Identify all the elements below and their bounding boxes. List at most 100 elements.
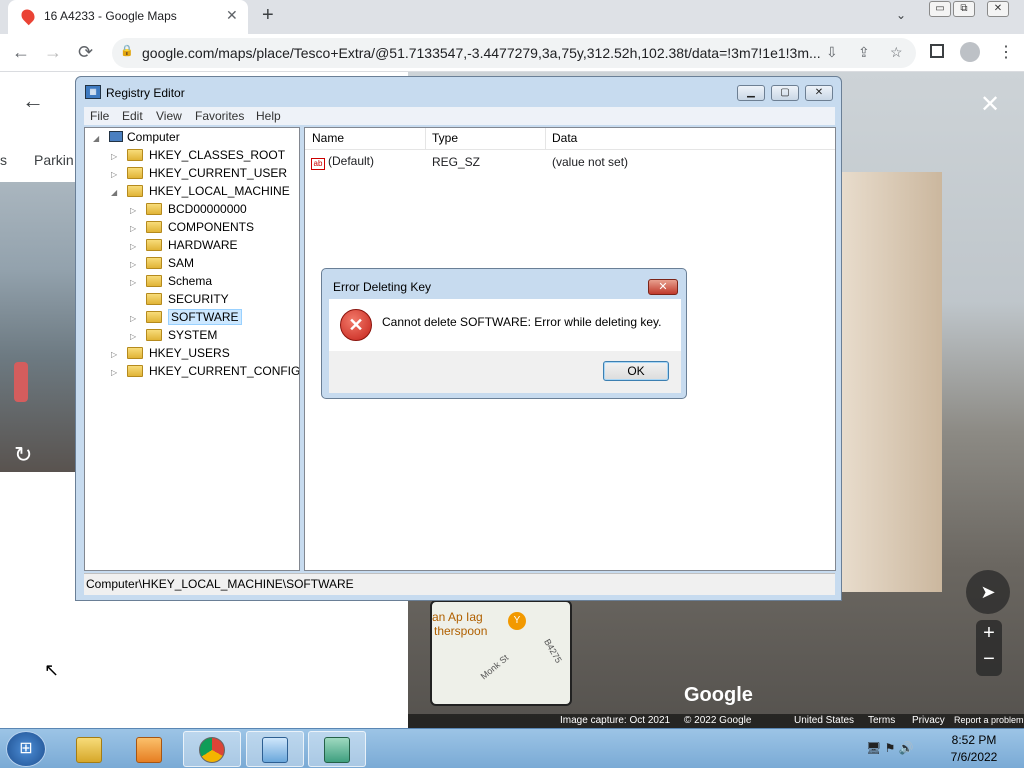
column-divider[interactable] <box>545 128 546 150</box>
street-view-close-icon[interactable]: ✕ <box>980 90 1000 119</box>
lock-icon[interactable]: 🔒 <box>120 44 134 57</box>
zoom-in-button[interactable]: + <box>976 622 1002 645</box>
side-panel-icon[interactable] <box>930 44 944 58</box>
tree-item-sam[interactable]: ▷ SAM <box>130 256 194 274</box>
tab-search-icon[interactable]: ⌄ <box>896 8 906 22</box>
bookmark-star-icon[interactable]: ☆ <box>890 44 903 61</box>
value-row[interactable]: ab (Default) REG_SZ (value not set) <box>305 154 835 172</box>
url-text[interactable]: google.com/maps/place/Tesco+Extra/@51.71… <box>142 45 821 61</box>
maps-back-icon[interactable]: ← <box>22 88 44 114</box>
tab-close-icon[interactable]: ✕ <box>226 7 238 24</box>
error-icon: ✕ <box>340 309 372 341</box>
tree-item-components[interactable]: ▷ COMPONENTS <box>130 220 254 238</box>
tree-item-bcd[interactable]: ▷ BCD00000000 <box>130 202 247 220</box>
column-name[interactable]: Name <box>312 131 344 145</box>
control-panel-icon <box>262 737 288 763</box>
forward-button[interactable]: → <box>44 42 62 63</box>
column-data[interactable]: Data <box>552 131 577 145</box>
taskbar-control-panel[interactable] <box>246 731 304 767</box>
expand-arrow-icon[interactable]: ▷ <box>130 278 140 287</box>
tree-label: SECURITY <box>168 292 229 306</box>
tree-item-software[interactable]: ▷ SOFTWARE <box>130 309 242 328</box>
menu-help[interactable]: Help <box>256 109 281 123</box>
taskbar-explorer[interactable] <box>60 731 118 767</box>
expand-arrow-icon[interactable]: ▷ <box>130 206 140 215</box>
tree-item-hardware[interactable]: ▷ HARDWARE <box>130 238 238 256</box>
folder-icon <box>146 329 162 341</box>
tree-item-system[interactable]: ▷ SYSTEM <box>130 328 217 346</box>
collapse-arrow-icon[interactable]: ◢ <box>93 134 103 143</box>
tree-item-hkcc[interactable]: ▷ HKEY_CURRENT_CONFIG <box>111 364 299 382</box>
regedit-close-button[interactable]: ✕ <box>805 85 833 101</box>
tree-item-hku[interactable]: ▷ HKEY_USERS <box>111 346 230 364</box>
tree-item-computer[interactable]: ◢ Computer <box>93 130 180 148</box>
tree-item-hkcu[interactable]: ▷ HKEY_CURRENT_USER <box>111 166 287 184</box>
reload-button[interactable]: ⟳ <box>78 42 93 63</box>
status-path: Computer\HKEY_LOCAL_MACHINE\SOFTWARE <box>86 577 354 591</box>
clock-date[interactable]: 7/6/2022 <box>938 750 1010 764</box>
close-window-button[interactable]: ✕ <box>987 1 1009 17</box>
more-menu-icon[interactable]: ⋮ <box>998 42 1014 62</box>
share-icon[interactable]: ⇪ <box>858 44 870 61</box>
maps-favicon-icon <box>18 6 38 26</box>
maps-tab-parking[interactable]: Parkin <box>34 152 74 168</box>
menu-view[interactable]: View <box>156 109 182 123</box>
back-button[interactable]: ← <box>12 42 30 63</box>
expand-arrow-icon[interactable]: ▷ <box>111 170 121 179</box>
minimize-button[interactable]: ▭ <box>929 1 951 17</box>
expand-arrow-icon[interactable]: ▷ <box>111 350 121 359</box>
taskbar-regedit[interactable] <box>308 731 366 767</box>
expand-arrow-icon[interactable]: ▷ <box>130 260 140 269</box>
expand-arrow-icon[interactable]: ▷ <box>130 242 140 251</box>
zoom-out-button[interactable]: − <box>976 648 1002 671</box>
tree-item-hklm[interactable]: ◢ HKEY_LOCAL_MACHINE <box>111 184 290 202</box>
report-problem-link[interactable]: Report a problem <box>954 715 1024 725</box>
compass-icon[interactable]: ➤ <box>966 570 1010 614</box>
new-tab-button[interactable]: + <box>262 4 274 27</box>
tree-label: HKEY_USERS <box>149 346 230 360</box>
expand-arrow-icon[interactable]: ▷ <box>130 224 140 233</box>
tree-item-hkcr[interactable]: ▷ HKEY_CLASSES_ROOT <box>111 148 285 166</box>
privacy-link[interactable]: Privacy <box>912 715 945 726</box>
place-photo[interactable]: ↻ <box>0 182 76 472</box>
install-icon[interactable]: ⇩ <box>826 44 838 61</box>
taskbar-media-player[interactable] <box>120 731 178 767</box>
maps-tab-prefix[interactable]: s <box>0 152 7 168</box>
expand-arrow-icon[interactable]: ▷ <box>130 314 140 323</box>
terms-link[interactable]: Terms <box>868 715 895 726</box>
mini-map[interactable]: an Ap Iag therspoon Y Monk St B4275 <box>430 600 572 706</box>
menu-edit[interactable]: Edit <box>122 109 143 123</box>
regedit-maximize-button[interactable]: ▢ <box>771 85 799 101</box>
start-button[interactable]: ⊞ <box>6 731 46 767</box>
zoom-controls: + − <box>976 620 1002 676</box>
ok-button[interactable]: OK <box>603 361 669 381</box>
collapse-arrow-icon[interactable]: ◢ <box>111 188 121 197</box>
profile-avatar-icon[interactable] <box>960 42 980 62</box>
column-type[interactable]: Type <box>432 131 458 145</box>
menu-favorites[interactable]: Favorites <box>195 109 244 123</box>
dialog-close-button[interactable]: ✕ <box>648 279 678 295</box>
mouse-cursor-icon: ↖ <box>44 660 60 680</box>
clock-time[interactable]: 8:52 PM <box>938 733 1010 747</box>
tree-item-security[interactable]: SECURITY <box>130 292 229 310</box>
address-bar[interactable]: 🔒 google.com/maps/place/Tesco+Extra/@51.… <box>112 38 916 68</box>
tree-item-schema[interactable]: ▷ Schema <box>130 274 212 292</box>
taskbar-chrome[interactable] <box>183 731 241 767</box>
value-type: REG_SZ <box>432 155 481 169</box>
regedit-minimize-button[interactable]: ▁ <box>737 85 765 101</box>
expand-arrow-icon[interactable]: ▷ <box>111 152 121 161</box>
google-logo: Google <box>684 684 753 706</box>
expand-arrow-icon[interactable]: ▷ <box>130 332 140 341</box>
menu-file[interactable]: File <box>90 109 109 123</box>
restore-button[interactable]: ⧉ <box>953 1 975 17</box>
country-link[interactable]: United States <box>794 715 854 726</box>
expand-arrow-icon[interactable]: ▷ <box>111 368 121 377</box>
rotate-360-icon[interactable]: ↻ <box>14 442 32 468</box>
dialog-body: ✕ Cannot delete SOFTWARE: Error while de… <box>329 299 681 351</box>
copyright-text: © 2022 Google <box>684 715 752 726</box>
tray-network-flag-volume-icon[interactable]: 🖥 ⚑ 🔊 <box>866 741 914 755</box>
browser-tab[interactable]: 16 A4233 - Google Maps ✕ <box>8 0 248 34</box>
tree-label-selected: SOFTWARE <box>168 309 242 325</box>
error-dialog: Error Deleting Key ✕ ✕ Cannot delete SOF… <box>321 268 687 399</box>
column-divider[interactable] <box>425 128 426 150</box>
